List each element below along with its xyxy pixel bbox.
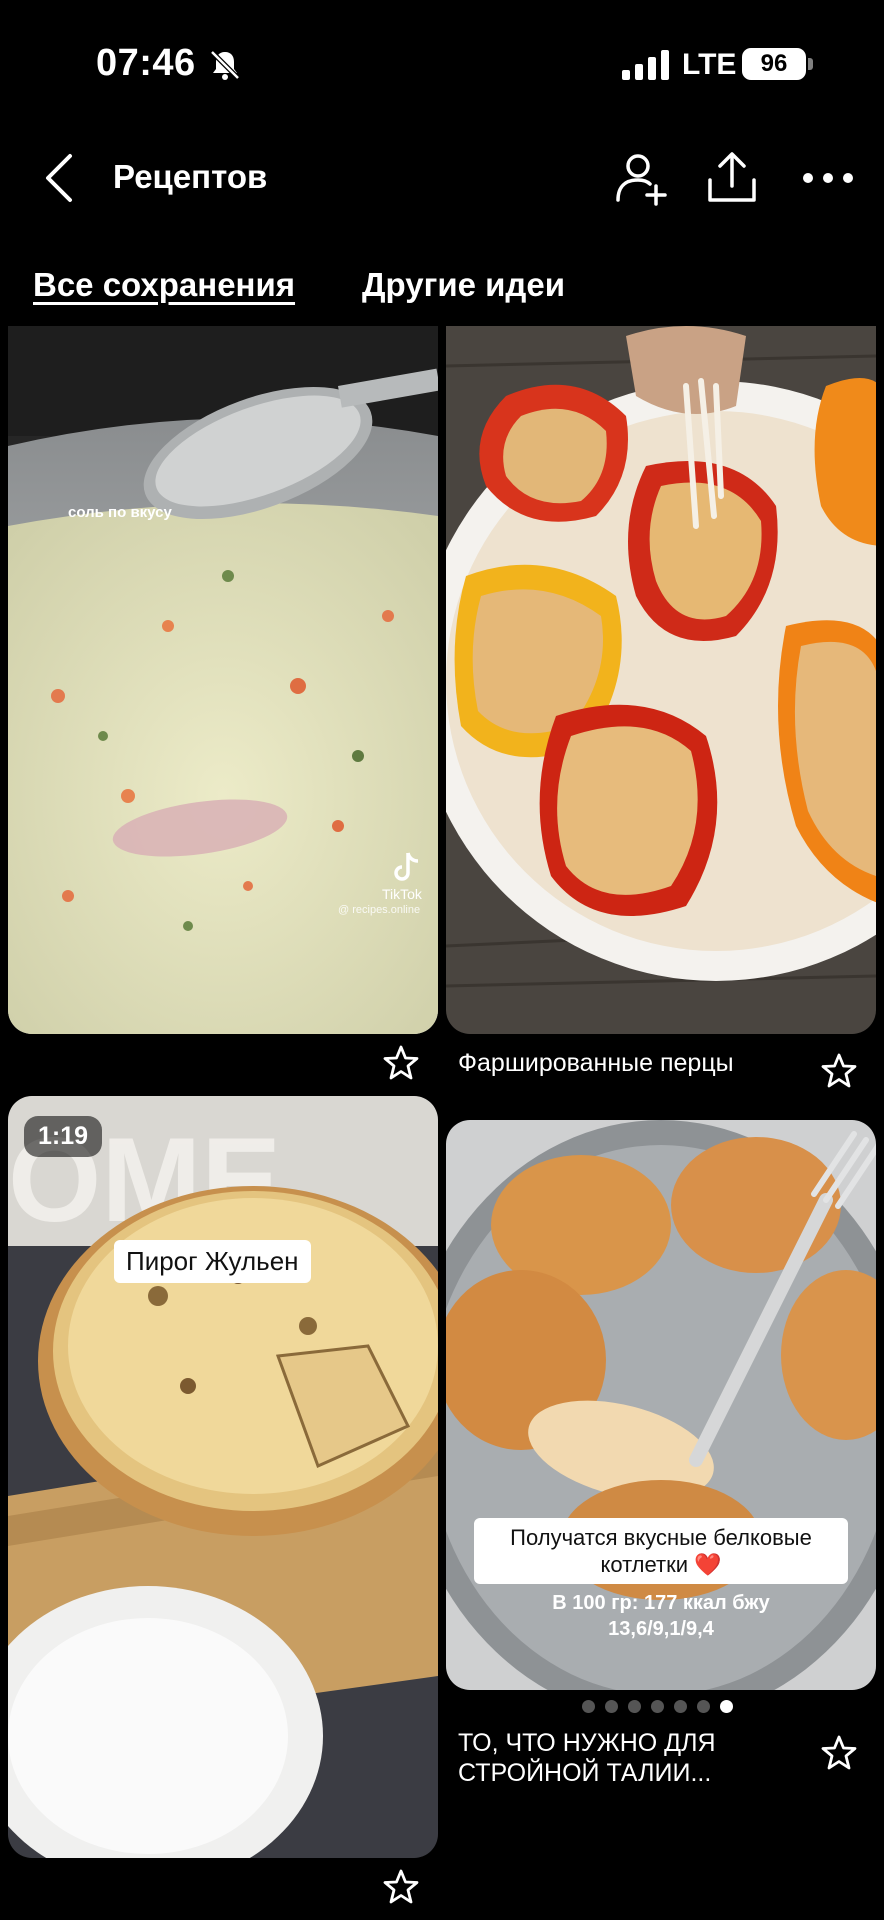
status-bar: 07:46 LTE 96 — [0, 0, 884, 130]
carousel-dot — [651, 1700, 664, 1713]
pin-image-soup[interactable]: соль по вкусу TikTok @ recipes.online — [8, 326, 438, 1034]
tab-all-saves[interactable]: Все сохранения — [33, 266, 295, 304]
pin-overlay-text: соль по вкусу — [68, 504, 172, 521]
pin-caption: В 100 гр: 177 ккал бжу 13,6/9,1/9,4 — [486, 1590, 836, 1642]
carousel-dot — [628, 1700, 641, 1713]
network-type: LTE — [682, 48, 737, 81]
tiktok-icon — [394, 852, 419, 881]
star-icon[interactable] — [382, 1044, 420, 1082]
bell-slash-icon — [210, 50, 240, 80]
carousel-dot — [605, 1700, 618, 1713]
pin-image-pie[interactable]: OME 1:19 Пирог Жульен — [8, 1096, 438, 1858]
caption-line-1: В 100 гр: 177 ккал бжу — [552, 1592, 770, 1614]
caption-line-2: 13,6/9,1/9,4 — [608, 1618, 714, 1640]
board-title: Рецептов — [113, 158, 268, 195]
pin-image-cutlets[interactable]: Получатся вкусные белковые котлетки ❤️ В… — [446, 1120, 876, 1690]
pie-photo: OME — [8, 1096, 438, 1858]
share-icon[interactable] — [704, 150, 760, 206]
tiktok-watermark: TikTok — [382, 886, 422, 902]
board-header: Рецептов — [0, 130, 884, 230]
soup-photo — [8, 326, 438, 1034]
star-icon[interactable] — [820, 1734, 858, 1772]
carousel-dot-active — [720, 1700, 733, 1713]
tiktok-handle: @ recipes.online — [338, 904, 421, 916]
carousel-dot — [674, 1700, 687, 1713]
pin-title-peppers[interactable]: Фаршированные перцы — [458, 1048, 734, 1078]
pin-overlay-label: Получатся вкусные белковые котлетки ❤️ — [474, 1518, 848, 1584]
pin-overlay-label: Пирог Жульен — [114, 1240, 311, 1283]
battery-level: 96 — [742, 48, 806, 80]
tab-more-ideas[interactable]: Другие идеи — [362, 266, 565, 304]
status-time: 07:46 — [96, 42, 196, 84]
pin-title-cutlets[interactable]: ТО, ЧТО НУЖНО ДЛЯ СТРОЙНОЙ ТАЛИИ... — [458, 1728, 788, 1788]
star-icon[interactable] — [382, 1868, 420, 1906]
carousel-indicator — [582, 1700, 733, 1714]
battery-cap — [808, 58, 813, 70]
pin-image-peppers[interactable] — [446, 326, 876, 1034]
carousel-dot — [582, 1700, 595, 1713]
star-icon[interactable] — [820, 1052, 858, 1090]
peppers-photo — [446, 326, 876, 1034]
carousel-dot — [697, 1700, 710, 1713]
board-tabs: Все сохранения Другие идеи — [0, 258, 884, 318]
add-person-icon[interactable] — [612, 150, 668, 206]
signal-icon — [622, 50, 669, 80]
label-line-1: Получатся вкусные белковые — [510, 1525, 812, 1550]
video-duration-badge: 1:19 — [24, 1116, 103, 1157]
back-chevron-icon[interactable] — [40, 150, 80, 206]
label-line-2: котлетки ❤️ — [600, 1552, 722, 1577]
more-icon[interactable] — [800, 150, 856, 206]
